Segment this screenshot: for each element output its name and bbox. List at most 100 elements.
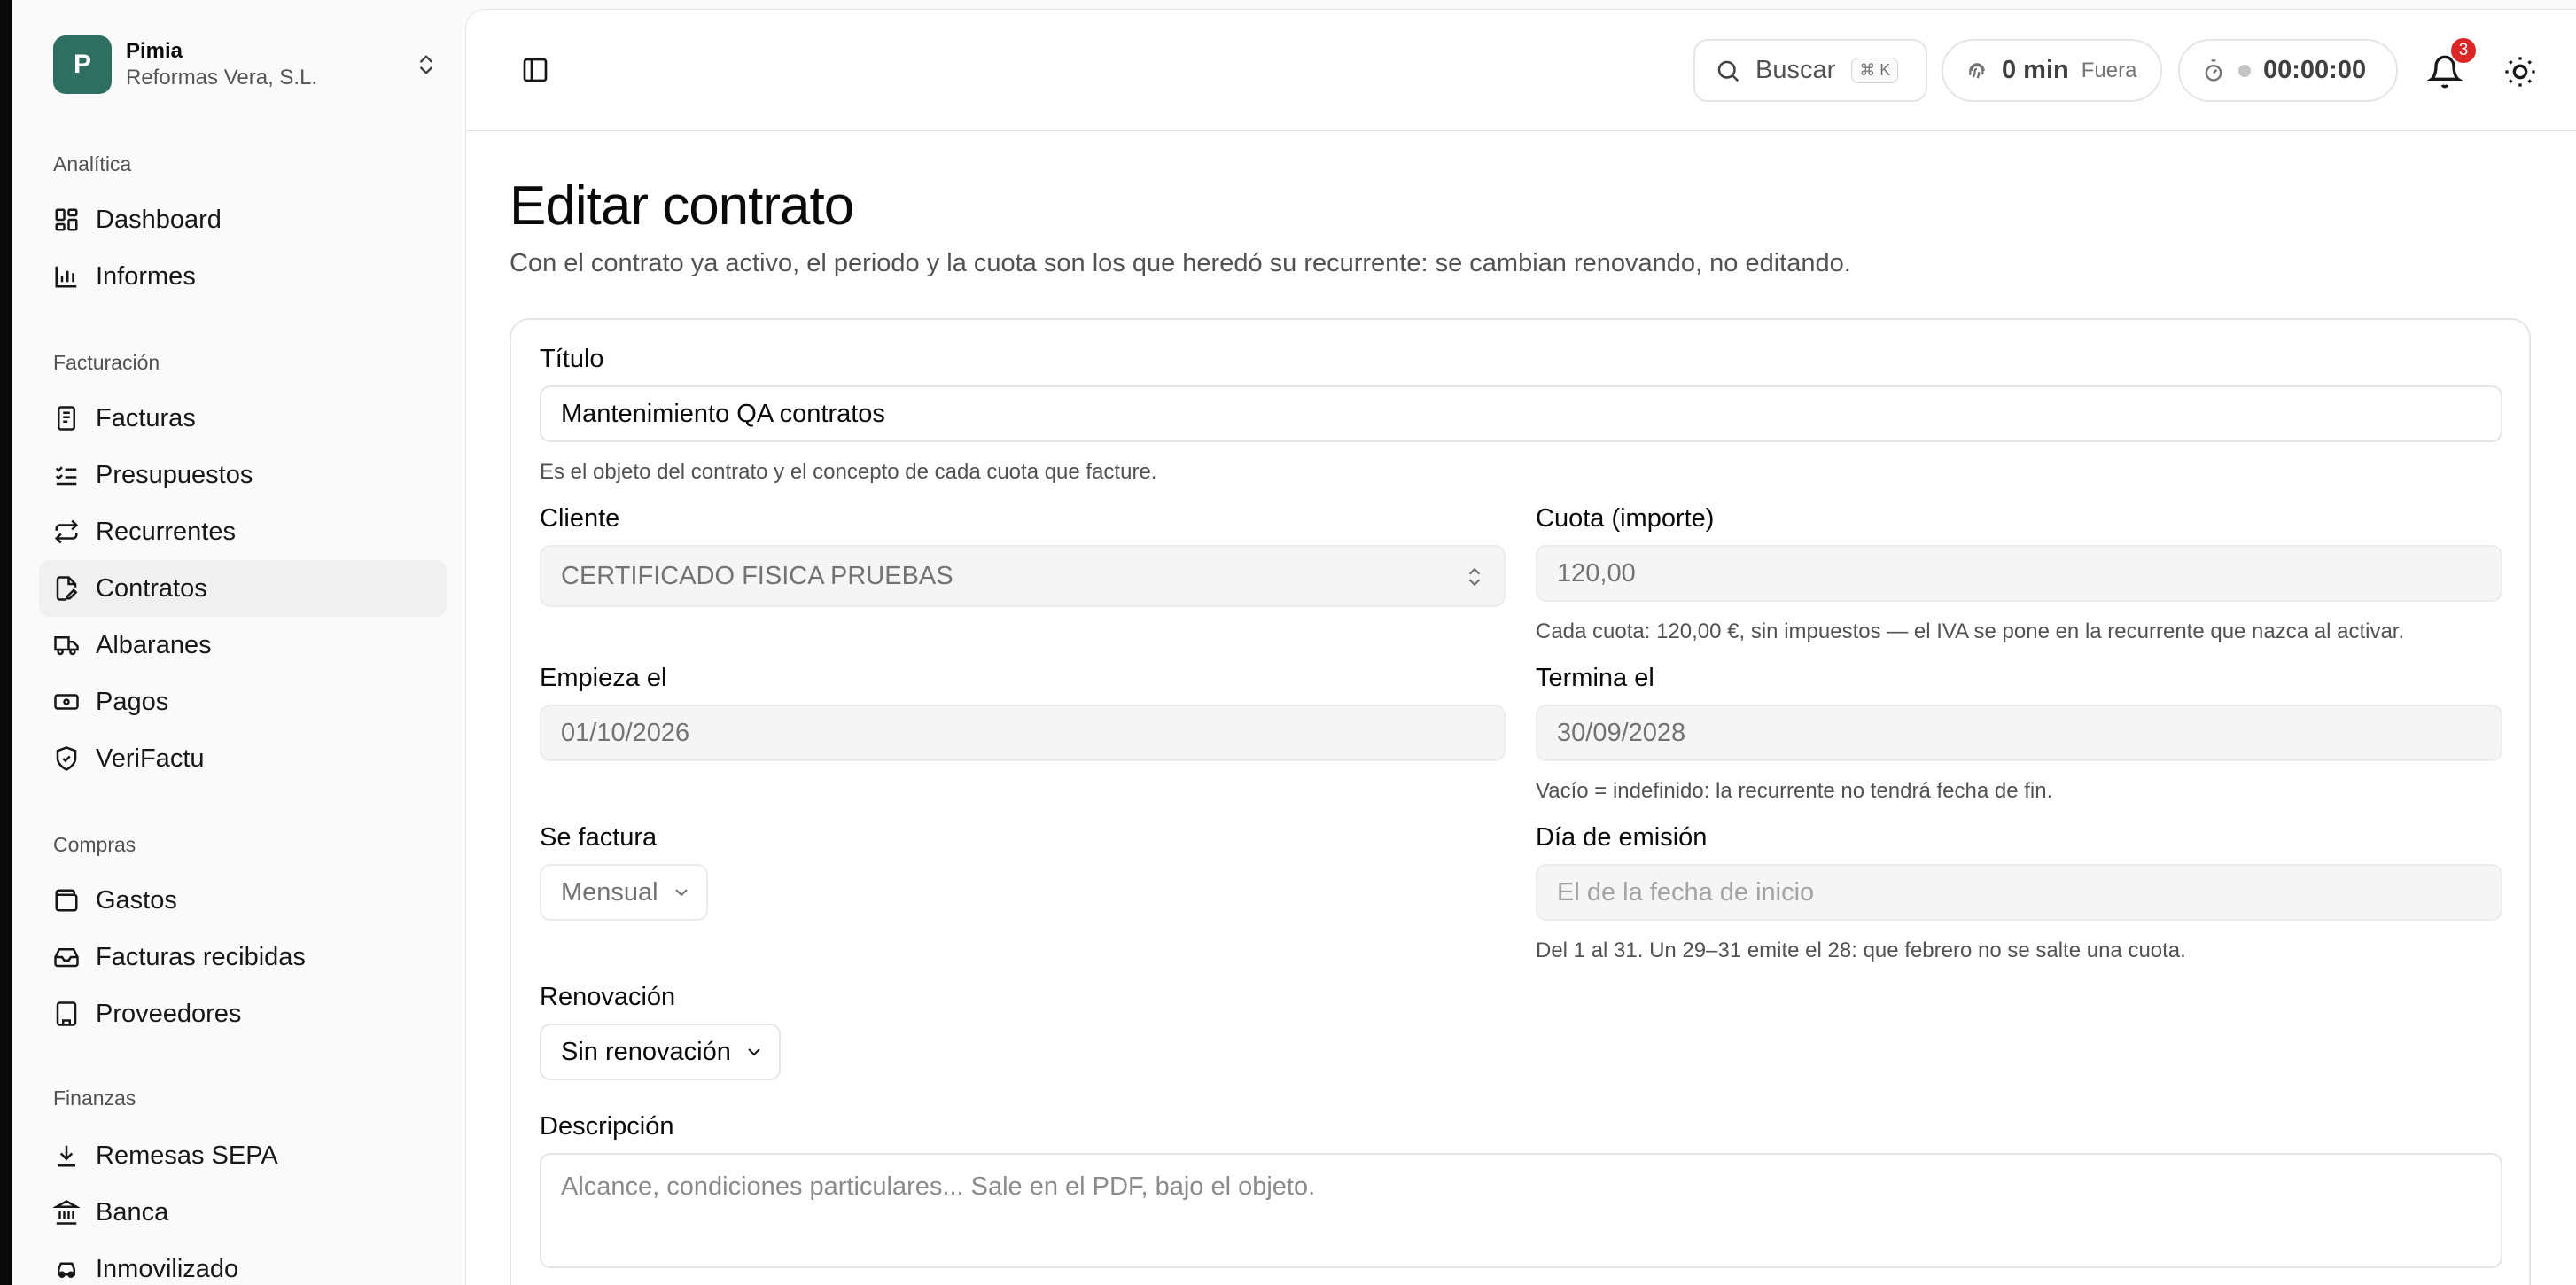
termina-input[interactable]: 30/09/2028 (1536, 705, 2502, 761)
descripcion-textarea[interactable]: Alcance, condiciones particulares... Sal… (540, 1153, 2502, 1268)
sidebar-item-label: Remesas SEPA (96, 1141, 278, 1170)
sidebar-item-label: Recurrentes (96, 517, 236, 546)
sidebar-item-gastos[interactable]: Gastos (39, 872, 447, 929)
sidebar-item-verifactu[interactable]: VeriFactu (39, 730, 447, 787)
renovacion-value: Sin renovación (561, 1037, 731, 1066)
sidebar-item-label: Dashboard (96, 205, 222, 234)
nav-group-facturacion: Facturación (53, 351, 160, 374)
sidebar-item-albaranes[interactable]: Albaranes (39, 617, 447, 674)
org-switcher[interactable]: P Pimia Reformas Vera, S.L. (53, 34, 439, 96)
nav-group-analitica: Analítica (53, 152, 132, 175)
renovacion-select[interactable]: Sin renovación (540, 1024, 781, 1080)
sidebar-item-label: Proveedores (96, 999, 242, 1028)
factura-value: Mensual (561, 877, 658, 907)
titulo-help: Es el objeto del contrato y el concepto … (540, 460, 1157, 484)
notifications-badge: 3 (2449, 36, 2478, 65)
sidebar-item-proveedores[interactable]: Proveedores (39, 985, 447, 1042)
fingerprint-icon (1968, 62, 1985, 79)
bar-chart-icon (55, 266, 77, 288)
cuota-input[interactable]: 120,00 (1536, 545, 2502, 602)
sidebar-item-label: Facturas recibidas (96, 942, 306, 971)
sidebar-item-pagos[interactable]: Pagos (39, 674, 447, 730)
truck-icon (54, 636, 79, 656)
landmark-icon (53, 1200, 80, 1225)
receipt-icon (58, 406, 75, 431)
timer-button[interactable]: 00:00:00 (2178, 39, 2398, 102)
cuota-help: Cada cuota: 120,00 €, sin impuestos — el… (1536, 619, 2405, 643)
stopwatch-icon (2205, 58, 2222, 82)
dashboard-icon (55, 208, 78, 231)
cliente-value: CERTIFICADO FISICA PRUEBAS (561, 561, 953, 590)
nav-group-compras: Compras (53, 833, 136, 856)
time-tracking-status[interactable]: 0 min Fuera (1942, 39, 2162, 102)
main-panel: Buscar ⌘ K 0 min Fuera 00:00:00 3 Editar… (465, 9, 2576, 1285)
sidebar-item-contratos[interactable]: Contratos (39, 560, 447, 617)
sidebar-item-facturas[interactable]: Facturas (39, 390, 447, 447)
time-value: 0 min (2002, 56, 2069, 84)
sidebar-item-informes[interactable]: Informes (39, 248, 447, 305)
wallet-icon (55, 889, 78, 912)
cliente-select[interactable]: CERTIFICADO FISICA PRUEBAS (540, 545, 1506, 607)
sidebar-item-label: Informes (96, 261, 196, 291)
termina-label: Termina el (1536, 664, 1654, 692)
car-icon (58, 1262, 75, 1278)
file-pen-icon (56, 576, 78, 601)
sidebar-item-recurrentes[interactable]: Recurrentes (39, 503, 447, 560)
shield-check-icon (56, 746, 77, 771)
termina-help: Vacío = indefinido: la recurrente no ten… (1536, 779, 2053, 803)
dia-input[interactable]: El de la fecha de inicio (1536, 864, 2502, 921)
search-icon (1717, 60, 1739, 82)
dia-help: Del 1 al 31. Un 29–31 emite el 28: que f… (1536, 938, 2186, 962)
empieza-input[interactable]: 01/10/2026 (540, 705, 1506, 761)
chevron-down-icon (674, 889, 688, 897)
window-edge (0, 0, 12, 1285)
sidebar-item-inmovilizado[interactable]: Inmovilizado (39, 1241, 447, 1285)
page-title: Editar contrato (510, 175, 854, 237)
timer-value: 00:00:00 (2263, 56, 2367, 84)
chevrons-up-down-icon (1468, 567, 1481, 587)
contract-form: Título Mantenimiento QA contratos Es el … (510, 318, 2531, 1285)
time-status: Fuera (2081, 58, 2137, 82)
sidebar-item-label: Inmovilizado (96, 1254, 239, 1283)
download-icon (58, 1145, 75, 1167)
search-button[interactable]: Buscar ⌘ K (1693, 39, 1927, 102)
org-company: Reformas Vera, S.L. (126, 66, 318, 90)
search-shortcut: ⌘ K (1851, 58, 1899, 83)
chevrons-up-down-icon (420, 55, 432, 74)
banknote-icon (54, 694, 79, 710)
page-subtitle: Con el contrato ya activo, el periodo y … (510, 249, 1851, 277)
sun-icon[interactable] (2502, 54, 2538, 90)
sidebar-item-presupuestos[interactable]: Presupuestos (39, 447, 447, 503)
sidebar-item-dashboard[interactable]: Dashboard (39, 191, 447, 248)
org-name: Pimia (126, 39, 183, 63)
cliente-label: Cliente (540, 504, 620, 533)
sidebar-item-banca[interactable]: Banca (39, 1184, 447, 1241)
cuota-label: Cuota (importe) (1536, 504, 1715, 533)
sidebar-item-label: Gastos (96, 885, 177, 915)
sidebar-item-label: VeriFactu (96, 744, 205, 773)
chevron-down-icon (748, 1048, 760, 1056)
renovacion-label: Renovación (540, 983, 676, 1011)
dia-label: Día de emisión (1536, 823, 1708, 852)
titulo-input[interactable]: Mantenimiento QA contratos (540, 386, 2502, 442)
sidebar-item-facturas-recibidas[interactable]: Facturas recibidas (39, 929, 447, 985)
sidebar-item-label: Contratos (96, 573, 207, 603)
search-label: Buscar (1755, 56, 1836, 84)
factura-select[interactable]: Mensual (540, 864, 708, 921)
sidebar-item-remesas-sepa[interactable]: Remesas SEPA (39, 1127, 447, 1184)
sidebar: P Pimia Reformas Vera, S.L. Analítica Da… (12, 0, 465, 1285)
sidebar-item-label: Pagos (96, 687, 169, 716)
inbox-icon (54, 948, 79, 968)
titulo-label: Título (540, 345, 604, 373)
sidebar-item-label: Facturas (96, 403, 196, 432)
empieza-label: Empieza el (540, 664, 667, 692)
sidebar-item-label: Presupuestos (96, 460, 253, 489)
repeat-icon (54, 519, 79, 544)
list-check-icon (55, 466, 77, 486)
building-icon (56, 1001, 77, 1026)
factura-label: Se factura (540, 823, 658, 852)
topbar: Buscar ⌘ K 0 min Fuera 00:00:00 3 (466, 10, 2576, 131)
descripcion-label: Descripción (540, 1112, 674, 1141)
sidebar-toggle-icon[interactable] (521, 56, 549, 84)
timer-status-dot (2238, 64, 2251, 77)
